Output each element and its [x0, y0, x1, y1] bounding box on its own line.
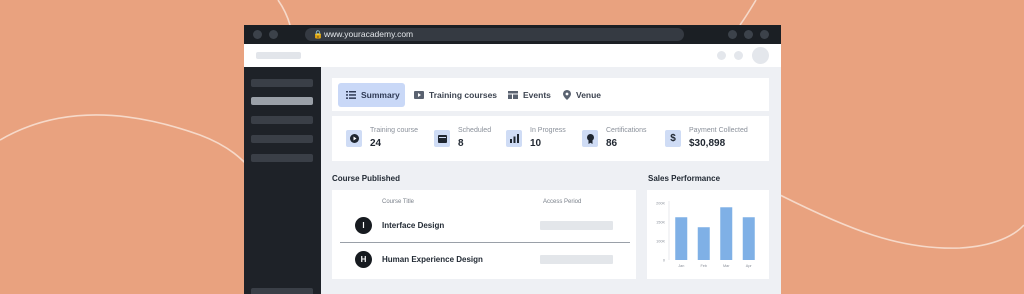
avatar[interactable] — [752, 47, 769, 64]
sidebar-item[interactable] — [251, 135, 313, 143]
notification-icon[interactable] — [717, 51, 726, 60]
stat-label: Payment Collected — [689, 127, 748, 134]
stat-label: In Progress — [530, 127, 566, 134]
tab-venue[interactable]: Venue — [563, 83, 601, 107]
stat-label: Training course — [370, 127, 418, 134]
sales-chart-card: 200K 150K 100K 0 Jan Feb Mar Apr — [647, 190, 769, 279]
sidebar-item-active[interactable] — [251, 97, 313, 105]
tab-label: Venue — [576, 90, 602, 100]
y-tick-label: 100K — [656, 240, 665, 244]
tab-training-courses[interactable]: Training courses — [414, 83, 497, 107]
access-period-placeholder — [540, 221, 613, 230]
bar-chart-icon — [506, 130, 522, 147]
window-dot-icon[interactable] — [744, 30, 753, 39]
window-dot-icon[interactable] — [760, 30, 769, 39]
bar-jan[interactable] — [675, 217, 688, 260]
sidebar — [244, 67, 321, 294]
sales-bar-chart: 200K 150K 100K 0 Jan Feb Mar Apr — [656, 201, 755, 268]
y-tick-label: 200K — [656, 202, 665, 206]
tab-label: Events — [523, 90, 551, 100]
settings-icon[interactable] — [734, 51, 743, 60]
sidebar-item[interactable] — [251, 288, 313, 294]
column-header: Course Title — [382, 199, 415, 205]
play-icon — [346, 130, 362, 147]
course-table: Course Title Access Period I Interface D… — [332, 190, 636, 279]
layout-icon — [508, 91, 518, 99]
address-bar[interactable]: 🔒 www.youracademy.com — [305, 28, 684, 41]
window-dot-icon[interactable] — [253, 30, 262, 39]
y-tick-label: 0 — [663, 259, 665, 263]
x-tick-label: Mar — [723, 264, 730, 268]
bar-apr[interactable] — [742, 217, 755, 260]
certificate-icon — [582, 130, 598, 147]
x-tick-label: Jan — [678, 264, 684, 268]
logo-placeholder — [256, 52, 301, 59]
window-dot-icon[interactable] — [728, 30, 737, 39]
course-title[interactable]: Interface Design — [382, 221, 444, 230]
stat-label: Scheduled — [458, 127, 492, 134]
sales-performance-title: Sales Performance — [648, 174, 721, 183]
stat-value: 10 — [530, 138, 542, 149]
tab-summary[interactable]: Summary — [338, 83, 405, 107]
sidebar-item[interactable] — [251, 116, 313, 124]
stat-value: 24 — [370, 138, 382, 149]
stat-value: 8 — [458, 138, 464, 149]
tabs-card: Summary Training courses Events Venue — [332, 78, 769, 111]
course-title[interactable]: Human Experience Design — [382, 255, 483, 264]
location-pin-icon — [563, 90, 571, 100]
tab-events[interactable]: Events — [508, 83, 551, 107]
course-published-title: Course Published — [332, 174, 401, 183]
x-tick-label: Feb — [700, 264, 707, 268]
app-header — [244, 44, 781, 67]
stats-card: Training course 24 Scheduled 8 In Progre… — [332, 116, 769, 161]
browser-titlebar: 🔒 www.youracademy.com — [244, 25, 781, 44]
tab-label: Summary — [361, 90, 400, 100]
calendar-icon — [434, 130, 450, 147]
video-icon — [414, 91, 424, 99]
stat-value: 86 — [606, 138, 618, 149]
course-avatar: H — [355, 251, 372, 268]
lock-icon: 🔒 — [313, 30, 323, 39]
url-text: www.youracademy.com — [324, 29, 414, 39]
sidebar-item[interactable] — [251, 154, 313, 162]
window-dot-icon[interactable] — [269, 30, 278, 39]
access-period-placeholder — [540, 255, 613, 264]
tab-label: Training courses — [429, 90, 498, 100]
dollar-icon: $ — [665, 130, 681, 147]
course-avatar: I — [355, 217, 372, 234]
stat-value: $30,898 — [689, 138, 726, 149]
sidebar-item[interactable] — [251, 79, 313, 87]
stat-label: Certifications — [606, 127, 647, 134]
bar-mar[interactable] — [720, 207, 733, 260]
list-icon — [346, 91, 356, 99]
x-tick-label: Apr — [746, 264, 753, 268]
browser-window: 🔒 www.youracademy.com Summary Training c… — [244, 25, 781, 294]
y-tick-label: 150K — [656, 221, 665, 225]
row-divider — [340, 242, 630, 243]
column-header: Access Period — [543, 199, 582, 205]
bar-feb[interactable] — [697, 227, 710, 260]
